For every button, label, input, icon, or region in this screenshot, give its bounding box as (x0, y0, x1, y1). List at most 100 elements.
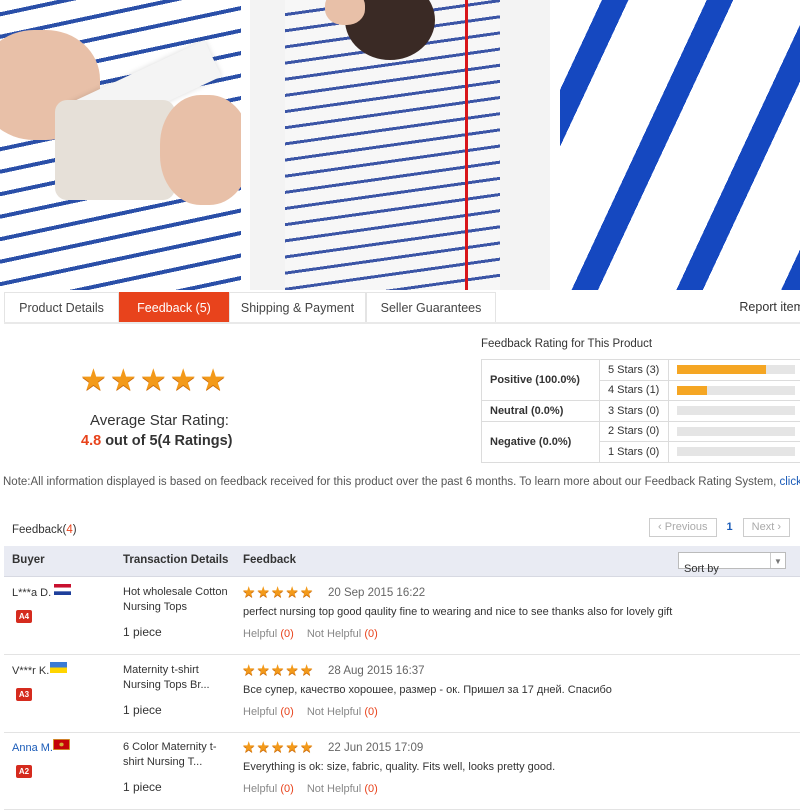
average-rating-number: 4.8 (81, 433, 101, 449)
negative-label: Negative (0.0%) (490, 436, 571, 448)
helpful-votes: Helpful (0) Not Helpful (0) (243, 628, 378, 640)
rating-row-label: 2 Stars (0) (600, 421, 669, 442)
rating-bar-fill (677, 386, 707, 395)
next-page-button[interactable]: Next › (743, 518, 790, 537)
rating-row-label: 3 Stars (0) (600, 401, 669, 422)
star-icon: ★ (242, 740, 255, 755)
product-link[interactable]: 6 Color Maternity t-shirt Nursing T... (123, 740, 233, 769)
rating-bar-cell (669, 421, 800, 442)
rating-bar (677, 365, 795, 374)
rating-bar-cell (669, 442, 800, 463)
star-icon: ★ (300, 740, 313, 755)
star-icon: ★ (256, 740, 269, 755)
average-rating-value: 4.8 out of 5(4 Ratings) (81, 433, 232, 449)
star-icon: ★ (242, 585, 255, 600)
star-icon: ★ (285, 663, 298, 678)
tab-product-details[interactable]: Product Details (4, 292, 119, 322)
review-date: 28 Aug 2015 16:37 (328, 665, 425, 677)
product-link[interactable]: Hot wholesale Cotton Nursing Tops (123, 585, 233, 614)
helpful-label: Helpful (243, 706, 277, 718)
buyer-level-badge: A2 (16, 765, 32, 778)
next-label: Next (752, 521, 775, 533)
pagination: ‹ Previous 1 Next › (649, 518, 790, 537)
report-item-link[interactable]: Report item (739, 292, 800, 322)
not-helpful-button[interactable]: Not Helpful (0) (307, 706, 378, 718)
positive-label: Positive (100.0%) (490, 374, 580, 386)
star-icon: ★ (271, 585, 284, 600)
product-photo-1[interactable] (0, 0, 241, 290)
flag-montenegro-icon (53, 739, 70, 750)
rating-breakdown-title: Feedback Rating for This Product (481, 338, 652, 350)
neutral-cell: Neutral (0.0%) (482, 401, 600, 422)
product-photo-2[interactable] (250, 0, 550, 290)
product-link[interactable]: Maternity t-shirt Nursing Tops Br... (123, 663, 233, 692)
star-icon: ★ (271, 740, 284, 755)
star-icon: ★ (256, 663, 269, 678)
feedback-title-end: ) (73, 524, 77, 536)
star-icon: ★ (256, 585, 269, 600)
star-icon: ★ (170, 366, 197, 396)
previous-label: Previous (665, 521, 708, 533)
buyer-level-badge: A3 (16, 688, 32, 701)
not-helpful-count: (0) (364, 706, 377, 718)
rating-row-label: 1 Stars (0) (600, 442, 669, 463)
rating-bar-cell (669, 360, 800, 381)
helpful-votes: Helpful (0) Not Helpful (0) (243, 706, 378, 718)
star-icon: ★ (300, 585, 313, 600)
rating-bar-fill (677, 365, 766, 374)
buyer-level-badge: A4 (16, 610, 32, 623)
buyer-name: V***r K. (12, 665, 49, 677)
chevron-down-icon: ▼ (770, 553, 785, 568)
feedback-list-title: Feedback(4) (12, 524, 77, 536)
helpful-button[interactable]: Helpful (0) (243, 706, 294, 718)
quantity: 1 piece (123, 780, 162, 794)
star-icon: ★ (242, 663, 255, 678)
detail-tabs: Product Details Feedback (5) Shipping & … (4, 292, 800, 324)
col-transaction: Transaction Details (123, 554, 228, 566)
flag-ukraine-icon (50, 662, 67, 673)
current-page[interactable]: 1 (725, 518, 735, 537)
tab-seller-guarantees[interactable]: Seller Guarantees (366, 292, 496, 322)
quantity: 1 piece (123, 625, 162, 639)
average-stars: ★ ★ ★ ★ ★ (80, 366, 227, 396)
not-helpful-button[interactable]: Not Helpful (0) (307, 628, 378, 640)
negative-cell: Negative (0.0%) (482, 421, 600, 462)
feedback-table-header: Buyer Transaction Details Feedback Sort … (4, 546, 800, 577)
product-photo-3[interactable] (560, 0, 800, 290)
product-photo-strip (0, 0, 800, 290)
helpful-button[interactable]: Helpful (0) (243, 628, 294, 640)
not-helpful-count: (0) (364, 628, 377, 640)
tab-feedback[interactable]: Feedback (5) (119, 292, 229, 322)
star-icon: ★ (285, 585, 298, 600)
helpful-count: (0) (280, 783, 293, 795)
feedback-row: V***r K. A3 Maternity t-shirt Nursing To… (4, 655, 800, 733)
helpful-button[interactable]: Helpful (0) (243, 783, 294, 795)
feedback-row: L***a D. A4 Hot wholesale Cotton Nursing… (4, 577, 800, 655)
sort-by-label: Sort by (684, 561, 719, 578)
not-helpful-button[interactable]: Not Helpful (0) (307, 783, 378, 795)
review-text: perfect nursing top good qaulity fine to… (243, 606, 672, 618)
rating-row-label: 5 Stars (3) (600, 360, 669, 381)
helpful-count: (0) (280, 628, 293, 640)
feedback-row: Anna M. A2 6 Color Maternity t-shirt Nur… (4, 732, 800, 810)
helpful-label: Helpful (243, 783, 277, 795)
feedback-system-link[interactable]: click here (779, 476, 800, 488)
rating-bar (677, 386, 795, 395)
tab-shipping-payment[interactable]: Shipping & Payment (229, 292, 366, 322)
positive-cell: Positive (100.0%) (482, 360, 600, 401)
star-icon: ★ (285, 740, 298, 755)
star-icon: ★ (300, 663, 313, 678)
neutral-label: Neutral (0.0%) (490, 405, 563, 417)
helpful-votes: Helpful (0) Not Helpful (0) (243, 783, 378, 795)
sort-by-select[interactable]: Sort by▼ (678, 552, 786, 569)
previous-page-button[interactable]: ‹ Previous (649, 518, 717, 537)
star-icon: ★ (110, 366, 137, 396)
buyer-name[interactable]: Anna M. (12, 742, 53, 754)
rating-row-label: 4 Stars (1) (600, 380, 669, 401)
feedback-note-text: Note:All information displayed is based … (3, 476, 779, 488)
review-date: 22 Jun 2015 17:09 (328, 742, 423, 754)
average-rating-suffix: out of 5(4 Ratings) (101, 433, 232, 449)
feedback-title-text: Feedback( (12, 524, 66, 536)
not-helpful-count: (0) (364, 783, 377, 795)
not-helpful-label: Not Helpful (307, 783, 361, 795)
